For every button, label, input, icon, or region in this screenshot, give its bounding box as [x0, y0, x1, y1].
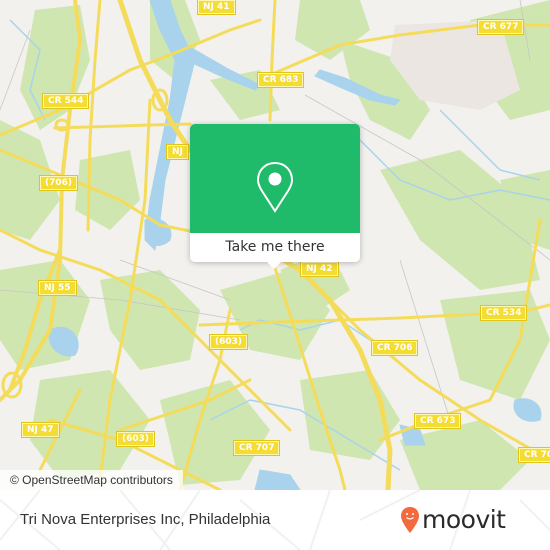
popup-header — [190, 124, 360, 233]
popup-pointer — [266, 261, 282, 269]
road-label-603-b: (603) — [117, 432, 155, 446]
road-label-cr534: CR 534 — [481, 306, 527, 320]
road-label-cr70: CR 70 — [519, 448, 550, 462]
map-view[interactable]: NJ 41 CR 677 CR 683 CR 544 NJ (706) NJ 5… — [0, 0, 550, 490]
road-label-cr707: CR 707 — [234, 441, 280, 455]
road-label-nj47: NJ 47 — [22, 423, 59, 437]
road-label-cr673: CR 673 — [415, 414, 461, 428]
road-label-cr706: CR 706 — [372, 341, 418, 355]
road-label-603-a: (603) — [210, 335, 248, 349]
moovit-smile-pin-icon — [401, 507, 419, 533]
road-label-cr544: CR 544 — [43, 94, 89, 108]
footer-bar: Tri Nova Enterprises Inc, Philadelphia m… — [0, 490, 550, 550]
moovit-wordmark: moovit — [422, 505, 506, 534]
location-popup: Take me there — [190, 124, 360, 269]
location-pin-icon — [256, 161, 294, 213]
place-name: Tri Nova Enterprises Inc, Philadelphia — [20, 511, 271, 528]
road-label-nj42: NJ 42 — [301, 262, 338, 276]
road-label-cr677: CR 677 — [478, 20, 524, 34]
take-me-there-button[interactable]: Take me there — [190, 233, 360, 262]
road-label-cr683: CR 683 — [258, 73, 304, 87]
map-attribution[interactable]: © OpenStreetMap contributors — [0, 470, 183, 490]
road-label-706: (706) — [40, 176, 78, 190]
road-label-nj41: NJ 41 — [198, 0, 235, 14]
road-label-nj55: NJ 55 — [39, 281, 76, 295]
road-label-nj: NJ — [167, 145, 188, 159]
